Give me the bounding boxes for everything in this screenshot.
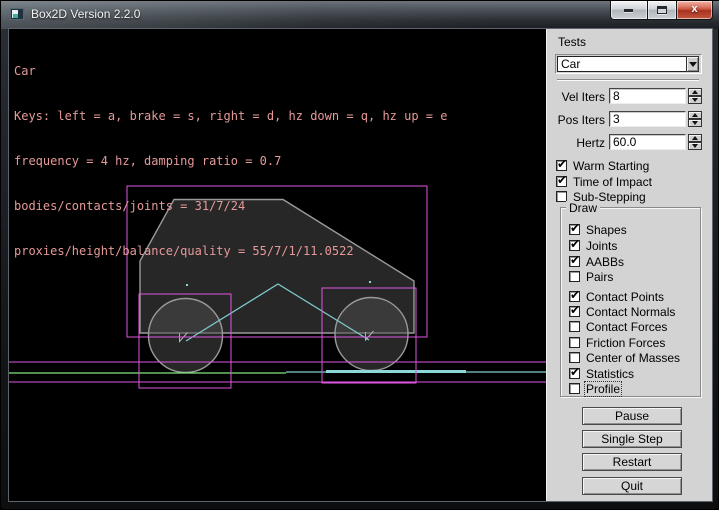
hertz-row: Hertz 60.0 (547, 134, 713, 150)
arrow-up-icon (692, 113, 698, 117)
checkbox-statistics[interactable]: ✔ Statistics (569, 367, 634, 380)
checkbox-joints[interactable]: ✔ Joints (569, 239, 617, 252)
checkbox-icon[interactable]: ✔ (569, 383, 580, 394)
maximize-button[interactable] (648, 1, 676, 20)
vel-iters-input[interactable]: 8 (609, 88, 686, 104)
spinner-up-button[interactable] (688, 134, 702, 142)
checkbox-label: Time of Impact (573, 176, 652, 188)
arrow-down-icon (692, 144, 698, 148)
spinner-down-button[interactable] (688, 96, 702, 104)
tests-dropdown-button[interactable] (686, 56, 699, 72)
spinner-up-button[interactable] (688, 111, 702, 119)
checkbox-icon[interactable]: ✔ (556, 176, 567, 187)
simulation-canvas[interactable]: Car Keys: left = a, brake = s, right = d… (9, 29, 546, 501)
checkbox-icon[interactable]: ✔ (569, 368, 580, 379)
vel-iters-label: Vel Iters (547, 90, 605, 104)
tests-dropdown[interactable]: Car (555, 54, 702, 74)
checkbox-icon[interactable]: ✔ (569, 352, 580, 363)
checkbox-profile[interactable]: ✔ Profile (569, 382, 620, 395)
titlebar[interactable]: Box2D Version 2.2.0 x (1, 1, 719, 29)
stats-line: proxies/height/balance/quality = 55/7/1/… (14, 244, 447, 259)
checkbox-icon[interactable]: ✔ (569, 256, 580, 267)
pause-button[interactable]: Pause (582, 407, 682, 425)
stats-line: bodies/contacts/joints = 31/7/24 (14, 199, 447, 214)
vel-iters-row: Vel Iters 8 (547, 88, 713, 104)
checkbox-icon[interactable]: ✔ (569, 306, 580, 317)
checkbox-shapes[interactable]: ✔ Shapes (569, 223, 627, 236)
checkbox-icon[interactable]: ✔ (569, 291, 580, 302)
tests-label: Tests (558, 35, 586, 49)
checkbox-contact-points[interactable]: ✔ Contact Points (569, 290, 664, 303)
arrow-up-icon (692, 136, 698, 140)
checkbox-label: Friction Forces (586, 337, 665, 349)
checkbox-label: Warm Starting (573, 160, 649, 172)
chevron-down-icon (689, 62, 697, 67)
window-title: Box2D Version 2.2.0 (31, 7, 140, 21)
draw-group-title: Draw (566, 201, 600, 215)
vel-iters-stepper (688, 88, 702, 104)
close-button[interactable]: x (676, 1, 713, 20)
close-icon: x (677, 3, 712, 15)
arrow-up-icon (692, 90, 698, 94)
spinner-up-button[interactable] (688, 88, 702, 96)
spinner-down-button[interactable] (688, 142, 702, 150)
maximize-icon (657, 6, 667, 14)
checkbox-contact-forces[interactable]: ✔ Contact Forces (569, 320, 667, 333)
stats-line: Keys: left = a, brake = s, right = d, hz… (14, 109, 447, 124)
minimize-icon (624, 9, 633, 12)
draw-group: Draw ✔ Shapes ✔ Joints ✔ AABBs ✔ Pairs ✔… (560, 207, 701, 397)
hertz-label: Hertz (547, 136, 605, 150)
checkbox-pairs[interactable]: ✔ Pairs (569, 270, 613, 283)
checkbox-icon[interactable]: ✔ (569, 337, 580, 348)
restart-button[interactable]: Restart (582, 453, 682, 471)
checkbox-friction-forces[interactable]: ✔ Friction Forces (569, 336, 665, 349)
checkbox-time-of-impact[interactable]: ✔ Time of Impact (556, 175, 652, 188)
checkbox-label: Contact Normals (586, 306, 675, 318)
minimize-button[interactable] (610, 1, 648, 20)
checkbox-icon[interactable]: ✔ (569, 224, 580, 235)
checkbox-icon[interactable]: ✔ (569, 271, 580, 282)
checkbox-label: Pairs (586, 271, 613, 283)
checkbox-warm-starting[interactable]: ✔ Warm Starting (556, 159, 649, 172)
spinner-down-button[interactable] (688, 119, 702, 127)
checkbox-label: Joints (586, 240, 617, 252)
arrow-down-icon (692, 98, 698, 102)
checkbox-label: Center of Masses (586, 352, 680, 364)
separator (557, 79, 699, 81)
tests-dropdown-value[interactable]: Car (557, 56, 688, 72)
hertz-stepper (688, 134, 702, 150)
pos-iters-input[interactable]: 3 (609, 111, 686, 127)
stats-text: Car Keys: left = a, brake = s, right = d… (14, 34, 447, 289)
arrow-down-icon (692, 121, 698, 125)
pos-iters-row: Pos Iters 3 (547, 111, 713, 127)
checkbox-label: Profile (586, 383, 620, 395)
checkbox-contact-normals[interactable]: ✔ Contact Normals (569, 305, 675, 318)
pos-iters-label: Pos Iters (547, 113, 605, 127)
stats-line: frequency = 4 hz, damping ratio = 0.7 (14, 154, 447, 169)
checkbox-label: Contact Points (586, 291, 664, 303)
hertz-input[interactable]: 60.0 (609, 134, 686, 150)
pos-iters-stepper (688, 111, 702, 127)
stats-line: Car (14, 64, 447, 79)
checkbox-icon[interactable]: ✔ (556, 160, 567, 171)
checkbox-icon[interactable]: ✔ (569, 321, 580, 332)
checkbox-label: Shapes (586, 224, 627, 236)
control-panel: Tests Car Vel Iters 8 Pos Iters 3 (546, 29, 712, 501)
checkbox-center-of-masses[interactable]: ✔ Center of Masses (569, 351, 680, 364)
caption-buttons: x (610, 1, 713, 20)
app-window: Box2D Version 2.2.0 x (0, 0, 719, 510)
checkbox-label: AABBs (586, 256, 624, 268)
quit-button[interactable]: Quit (582, 477, 682, 495)
checkbox-icon[interactable]: ✔ (569, 240, 580, 251)
checkbox-aabbs[interactable]: ✔ AABBs (569, 255, 624, 268)
checkbox-label: Contact Forces (586, 321, 667, 333)
single-step-button[interactable]: Single Step (582, 430, 682, 448)
checkbox-label: Statistics (586, 368, 634, 380)
app-icon (10, 8, 24, 20)
